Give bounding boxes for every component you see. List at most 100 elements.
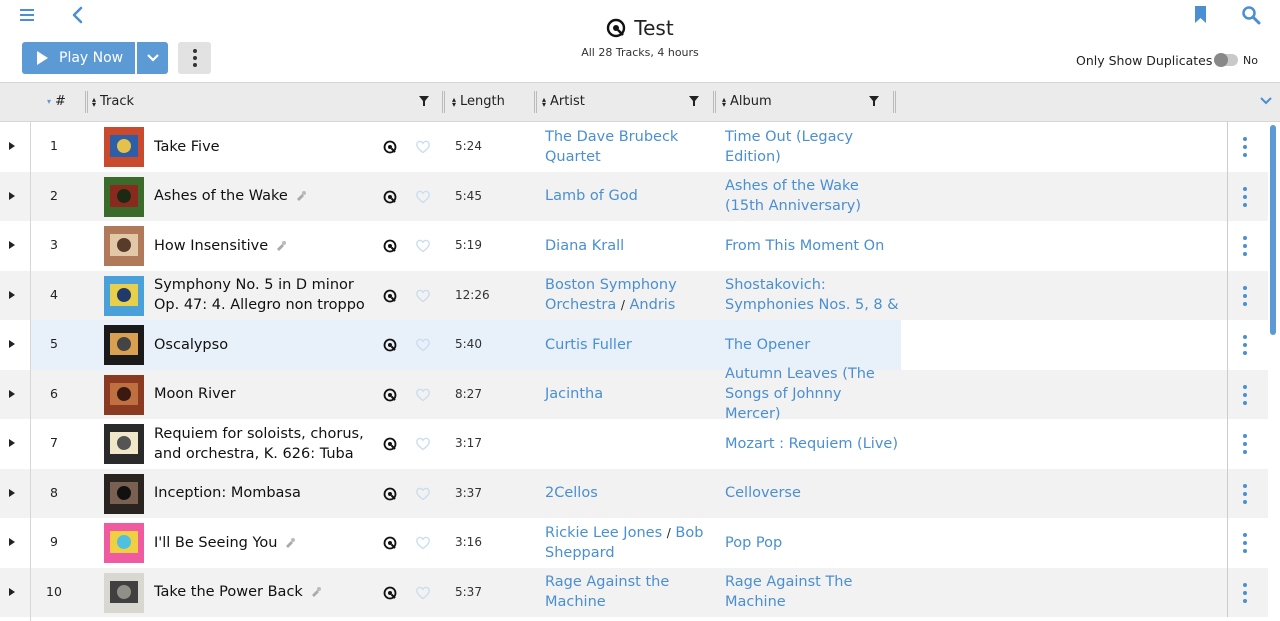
- album-cell[interactable]: Pop Pop: [725, 518, 900, 568]
- artist-name[interactable]: Diana Krall: [545, 238, 624, 254]
- album-art-thumbnail[interactable]: [104, 325, 144, 365]
- column-divider[interactable]: [534, 91, 537, 113]
- favorite-heart-icon[interactable]: [415, 436, 431, 451]
- artist-cell[interactable]: 2Cellos: [545, 469, 715, 519]
- row-more-options-button[interactable]: [1240, 137, 1250, 157]
- album-link[interactable]: Time Out (Legacy Edition): [725, 127, 900, 167]
- expand-row-icon[interactable]: [9, 488, 15, 497]
- artist-cell[interactable]: [545, 419, 715, 469]
- artist-cell[interactable]: Rage Against the Machine: [545, 568, 715, 618]
- album-link[interactable]: Autumn Leaves (The Songs of Johnny Merce…: [725, 364, 900, 424]
- row-more-options-button[interactable]: [1240, 335, 1250, 355]
- tag-icon[interactable]: [310, 586, 322, 598]
- favorite-heart-icon[interactable]: [415, 486, 431, 501]
- expand-row-icon[interactable]: [9, 439, 15, 447]
- track-title-cell[interactable]: Take Five: [154, 122, 369, 172]
- column-header-artist[interactable]: ▴ ▾ Artist: [542, 94, 585, 109]
- track-filter-icon[interactable]: [418, 95, 430, 107]
- artist-name[interactable]: 2Cellos: [545, 485, 598, 501]
- column-header-album[interactable]: ▴ ▾ Album: [722, 94, 772, 109]
- album-cell[interactable]: The Opener: [725, 320, 900, 370]
- album-link[interactable]: The Opener: [725, 335, 810, 355]
- artist-cell[interactable]: The Dave Brubeck Quartet: [545, 122, 715, 172]
- vertical-scrollbar[interactable]: [1270, 125, 1276, 335]
- table-row[interactable]: 7 Requiem for soloists, chorus, and orch…: [0, 419, 1268, 469]
- play-now-button[interactable]: Play Now: [22, 42, 135, 74]
- tag-icon[interactable]: [275, 240, 287, 252]
- artist-name[interactable]: Jacintha: [545, 386, 603, 402]
- album-cell[interactable]: Rage Against The Machine: [725, 568, 900, 618]
- table-row[interactable]: 8 Inception: Mombasa 3:37 2Cellos Cellov…: [0, 468, 1268, 519]
- table-row[interactable]: 6 Moon River 8:27 Jacintha Autumn Leaves…: [0, 366, 1268, 422]
- album-cell[interactable]: From This Moment On: [725, 221, 900, 271]
- album-cell[interactable]: Time Out (Legacy Edition): [725, 122, 900, 172]
- album-link[interactable]: Ashes of the Wake (15th Anniversary): [725, 176, 900, 216]
- expand-row-icon[interactable]: [9, 587, 15, 596]
- table-row[interactable]: 9 I'll Be Seeing You 3:16 Rickie Lee Jon…: [0, 518, 1268, 568]
- album-link[interactable]: Shostakovich: Symphonies Nos. 5, 8 &: [725, 275, 900, 315]
- artist-name[interactable]: Lamb of God: [545, 188, 638, 204]
- favorite-heart-icon[interactable]: [415, 535, 431, 550]
- expand-row-icon[interactable]: [9, 538, 15, 546]
- table-row[interactable]: 2 Ashes of the Wake 5:45 Lamb of God Ash…: [0, 171, 1268, 222]
- album-art-thumbnail[interactable]: [104, 176, 144, 217]
- artist-name[interactable]: Andris: [630, 297, 676, 313]
- album-link[interactable]: Pop Pop: [725, 533, 782, 553]
- album-link[interactable]: Celloverse: [725, 483, 801, 503]
- artist-cell[interactable]: Curtis Fuller: [545, 320, 715, 370]
- row-more-options-button[interactable]: [1240, 483, 1250, 504]
- tag-icon[interactable]: [284, 537, 296, 549]
- track-title-cell[interactable]: I'll Be Seeing You: [154, 518, 369, 568]
- tag-icon[interactable]: [295, 190, 307, 202]
- album-cell[interactable]: Ashes of the Wake (15th Anniversary): [725, 172, 900, 222]
- album-art-thumbnail[interactable]: [104, 572, 144, 613]
- album-art-thumbnail[interactable]: [104, 424, 144, 464]
- column-header-length[interactable]: ▴ ▾ Length: [452, 94, 505, 109]
- artist-link[interactable]: 2Cellos: [545, 483, 598, 503]
- album-link[interactable]: Mozart : Requiem (Live): [725, 434, 898, 454]
- album-cell[interactable]: Mozart : Requiem (Live): [725, 419, 900, 469]
- row-more-options-button[interactable]: [1240, 582, 1250, 603]
- favorite-heart-icon[interactable]: [415, 585, 431, 600]
- column-divider[interactable]: [442, 91, 445, 113]
- track-title-cell[interactable]: Inception: Mombasa: [154, 469, 369, 519]
- artist-link[interactable]: Jacintha: [545, 384, 603, 404]
- album-filter-icon[interactable]: [868, 95, 880, 107]
- artist-filter-icon[interactable]: [688, 95, 700, 107]
- favorite-heart-icon[interactable]: [415, 387, 431, 402]
- artist-name[interactable]: Curtis Fuller: [545, 337, 632, 353]
- album-link[interactable]: From This Moment On: [725, 236, 884, 256]
- row-more-options-button[interactable]: [1240, 384, 1250, 405]
- favorite-heart-icon[interactable]: [415, 139, 431, 154]
- artist-link[interactable]: Curtis Fuller: [545, 335, 632, 355]
- track-title-cell[interactable]: How Insensitive: [154, 221, 369, 271]
- expand-row-icon[interactable]: [9, 340, 15, 348]
- favorite-heart-icon[interactable]: [415, 189, 431, 204]
- duplicates-toggle[interactable]: [1214, 53, 1238, 67]
- column-divider[interactable]: [713, 91, 716, 113]
- track-title-cell[interactable]: Requiem for soloists, chorus, and orches…: [154, 419, 369, 469]
- artist-link[interactable]: Diana Krall: [545, 236, 624, 256]
- table-row[interactable]: 3 How Insensitive 5:19 Diana Krall From …: [0, 221, 1268, 271]
- expand-row-icon[interactable]: [9, 389, 15, 398]
- artist-cell[interactable]: Jacintha: [545, 370, 715, 420]
- artist-cell[interactable]: Boston Symphony Orchestra / Andris: [545, 271, 715, 321]
- track-title-cell[interactable]: Moon River: [154, 370, 369, 420]
- album-art-thumbnail[interactable]: [104, 226, 144, 266]
- table-row[interactable]: 10 Take the Power Back 5:37 Rage Against…: [0, 567, 1268, 618]
- favorite-heart-icon[interactable]: [415, 238, 431, 253]
- artist-link[interactable]: The Dave Brubeck Quartet: [545, 127, 715, 167]
- artist-link[interactable]: Rickie Lee Jones / Bob Sheppard: [545, 523, 715, 563]
- play-options-dropdown-button[interactable]: [137, 42, 168, 74]
- artist-name[interactable]: Rage Against the Machine: [545, 574, 669, 610]
- track-title-cell[interactable]: Ashes of the Wake: [154, 172, 369, 222]
- expand-row-icon[interactable]: [9, 290, 15, 299]
- favorite-heart-icon[interactable]: [415, 337, 431, 352]
- album-cell[interactable]: Shostakovich: Symphonies Nos. 5, 8 &: [725, 271, 900, 321]
- track-title-cell[interactable]: Take the Power Back: [154, 568, 369, 618]
- expand-row-icon[interactable]: [9, 241, 15, 249]
- artist-cell[interactable]: Diana Krall: [545, 221, 715, 271]
- album-link[interactable]: Rage Against The Machine: [725, 572, 900, 612]
- column-divider[interactable]: [893, 91, 896, 113]
- column-header-track[interactable]: ▴ ▾ Track: [92, 94, 134, 109]
